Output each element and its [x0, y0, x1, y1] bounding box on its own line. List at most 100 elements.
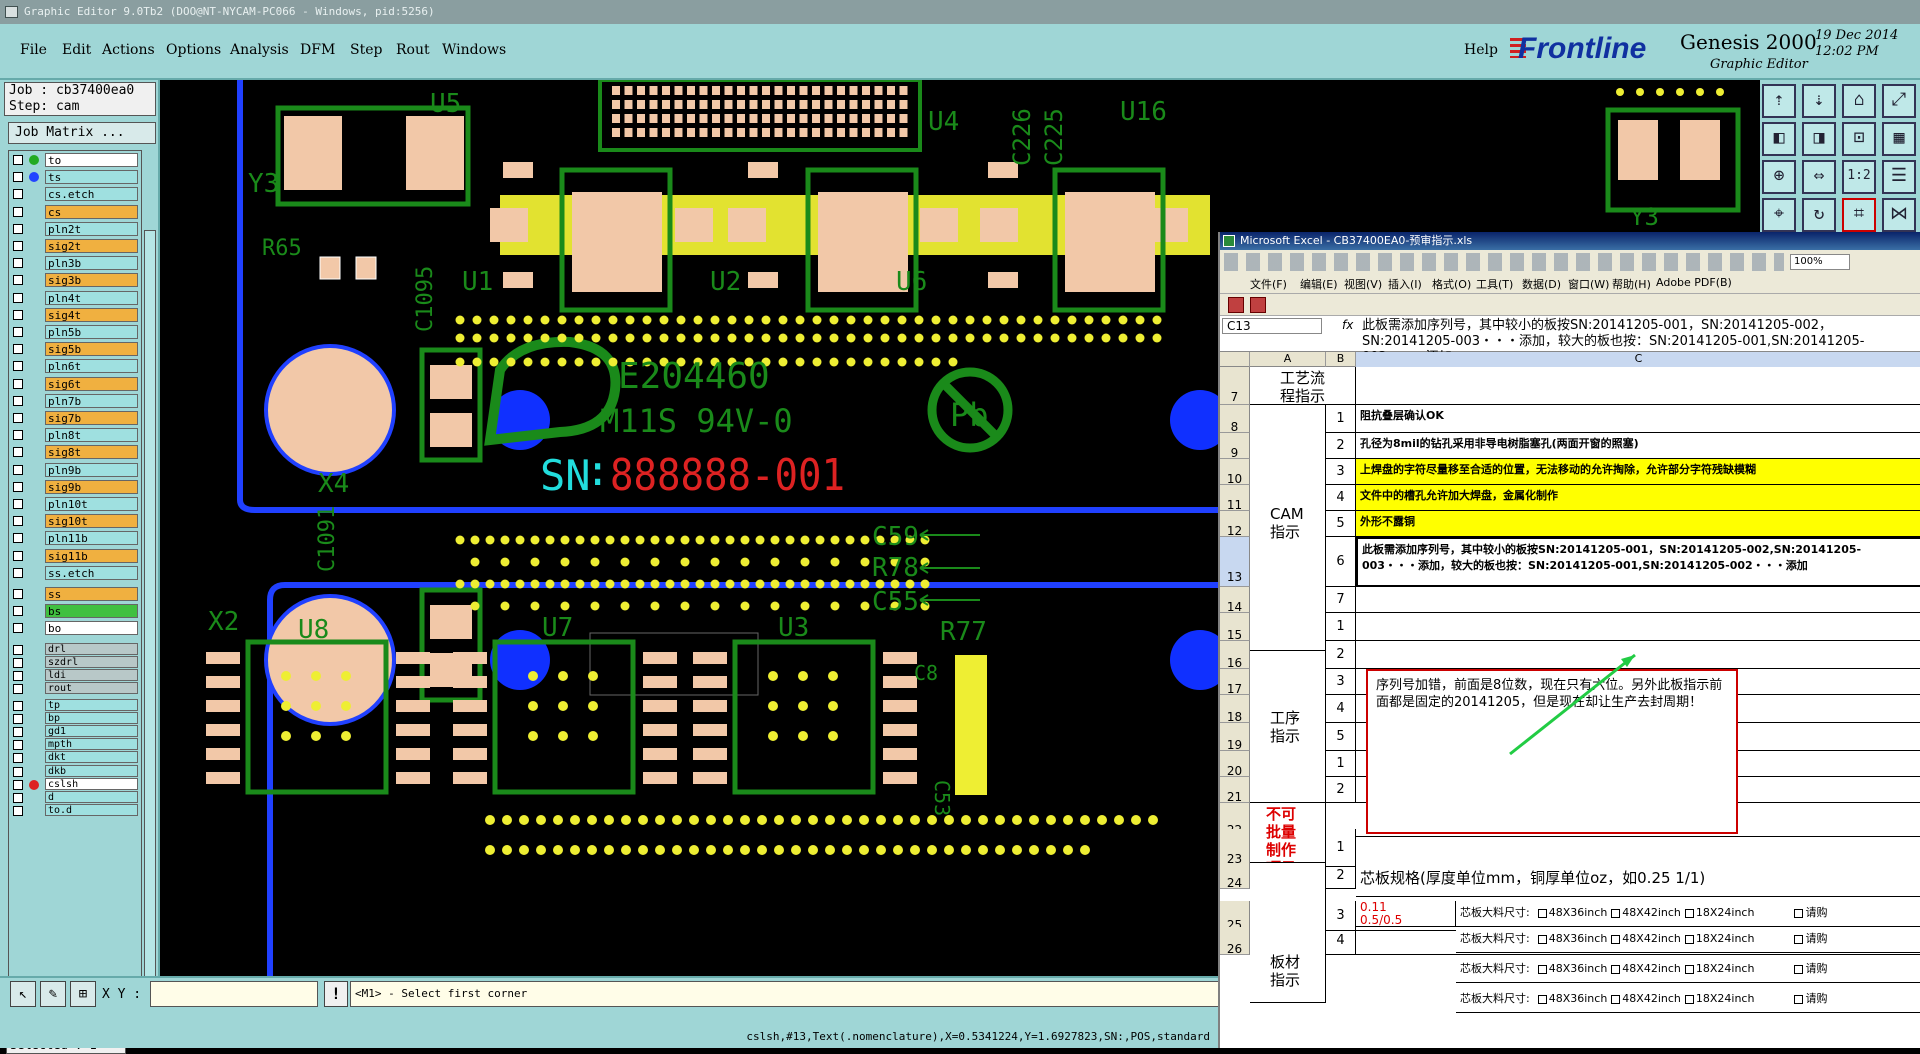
menu-options[interactable]: Options — [166, 42, 221, 58]
item-index-cell[interactable]: 1 — [1326, 751, 1356, 777]
layer-checkbox[interactable] — [13, 589, 23, 599]
item-index-cell[interactable]: 6 — [1326, 537, 1356, 587]
size-checkbox[interactable] — [1537, 964, 1547, 974]
layer-checkbox[interactable] — [13, 623, 23, 634]
item-index-cell[interactable]: 2 — [1326, 863, 1356, 889]
layer-checkbox[interactable] — [13, 395, 23, 406]
layer-row[interactable]: pln6t — [11, 359, 139, 374]
row-header[interactable]: 8 — [1220, 405, 1250, 434]
excel-menu-format[interactable]: 格式(O) — [1432, 276, 1471, 292]
size-options-cell[interactable]: 芯板大料尺寸: 48X36inch 48X42inch 18X24inch 请购 — [1456, 987, 1920, 1013]
row-header[interactable]: 26 — [1220, 927, 1250, 956]
instruction-cell[interactable]: 阻抗叠层确认OK — [1356, 405, 1920, 433]
layer-row[interactable]: ss — [11, 587, 139, 602]
layer-row[interactable]: pln10t — [11, 497, 139, 512]
excel-menu-tools[interactable]: 工具(T) — [1476, 276, 1513, 292]
row-header[interactable]: 14 — [1220, 587, 1250, 614]
measure-icon[interactable]: ⇔ — [1802, 160, 1836, 194]
row-header[interactable]: 21 — [1220, 777, 1250, 804]
excel-menu-window[interactable]: 窗口(W) — [1568, 276, 1609, 292]
layer-checkbox[interactable] — [13, 606, 23, 617]
layer-checkbox[interactable] — [13, 344, 23, 355]
layer-checkbox[interactable] — [13, 670, 23, 681]
instruction-cell[interactable]: 上焊盘的字符尽量移至合适的位置，无法移动的允许掏除，允许部分字符残缺模糊 — [1356, 459, 1920, 485]
layer-row[interactable]: to — [11, 153, 139, 168]
size-checkbox[interactable] — [1611, 964, 1621, 974]
menu-actions[interactable]: Actions — [102, 42, 155, 58]
layer-checkbox[interactable] — [13, 766, 23, 777]
size-options-cell[interactable]: 芯板大料尺寸: 48X36inch 48X42inch 18X24inch 请购 — [1456, 901, 1920, 927]
row-header[interactable]: 18 — [1220, 695, 1250, 724]
section-process[interactable]: 工序指示 — [1250, 651, 1326, 803]
net-icon[interactable]: ⋈ — [1882, 198, 1916, 232]
row-header[interactable]: 16 — [1220, 641, 1250, 670]
corner-cell[interactable] — [1220, 352, 1250, 367]
instruction-cell[interactable] — [1356, 367, 1920, 405]
layer-checkbox[interactable] — [13, 567, 23, 578]
menu-dfm[interactable]: DFM — [300, 42, 335, 58]
size-checkbox[interactable] — [1794, 964, 1804, 974]
layer-row[interactable]: cs — [11, 204, 139, 220]
col-header-c[interactable]: C — [1356, 352, 1920, 367]
layer-row[interactable]: bs — [11, 604, 139, 619]
layer-row[interactable]: sig5b — [11, 342, 139, 357]
job-matrix-button[interactable]: Job Matrix ... — [8, 122, 156, 144]
instruction-cell[interactable]: 此板需添加序列号，其中较小的板按SN:20141205-001，SN:20141… — [1356, 537, 1920, 587]
pdf-icon[interactable] — [1228, 297, 1244, 313]
pan-right-icon[interactable]: ◨ — [1802, 122, 1836, 156]
layer-checkbox[interactable] — [13, 516, 23, 527]
menu-analysis[interactable]: Analysis — [230, 42, 289, 58]
layer-row[interactable]: ss.etch — [11, 565, 139, 581]
center-icon[interactable]: ⊕ — [1762, 160, 1796, 194]
excel-menu-help[interactable]: 帮助(H) — [1612, 276, 1651, 292]
pan-icon[interactable]: ⤢ — [1882, 84, 1916, 118]
instruction-cell[interactable] — [1356, 641, 1920, 669]
excel-menu-data[interactable]: 数据(D) — [1522, 276, 1561, 292]
layer-row[interactable]: sig8t — [11, 445, 139, 460]
item-index-cell[interactable]: 2 — [1326, 433, 1356, 459]
layer-checkbox[interactable] — [13, 533, 23, 544]
layer-checkbox[interactable] — [13, 155, 23, 165]
layer-checkbox[interactable] — [13, 701, 23, 711]
item-index-cell[interactable]: 4 — [1326, 695, 1356, 723]
layer-checkbox[interactable] — [13, 189, 23, 200]
instruction-cell[interactable] — [1356, 829, 1920, 867]
zoom-in-icon[interactable]: ⇡ — [1762, 84, 1796, 118]
layer-checkbox[interactable] — [13, 206, 23, 217]
row-header[interactable]: 15 — [1220, 613, 1250, 642]
layer-checkbox[interactable] — [13, 644, 23, 655]
item-index-cell[interactable]: 4 — [1326, 485, 1356, 511]
size-checkbox[interactable] — [1684, 934, 1694, 944]
layer-checkbox[interactable] — [13, 361, 23, 372]
fx-icon[interactable]: fx — [1342, 318, 1353, 332]
item-index-cell[interactable]: 3 — [1326, 459, 1356, 485]
pointer-icon[interactable]: ↖ — [10, 981, 36, 1007]
layer-checkbox[interactable] — [13, 727, 23, 738]
menu-file[interactable]: File — [20, 42, 47, 58]
layer-row[interactable]: pln11b — [11, 531, 139, 546]
menu-help[interactable]: Help — [1464, 42, 1498, 58]
layer-checkbox[interactable] — [13, 378, 23, 389]
row-header[interactable]: 9 — [1220, 433, 1250, 460]
row-header[interactable]: 19 — [1220, 723, 1250, 752]
layer-checkbox[interactable] — [13, 241, 23, 251]
layer-row[interactable]: sig6t — [11, 376, 139, 392]
size-checkbox[interactable] — [1684, 994, 1694, 1004]
item-index-cell[interactable]: 1 — [1326, 613, 1356, 641]
layer-row[interactable]: ts — [11, 170, 139, 185]
layer-checkbox[interactable] — [13, 481, 23, 492]
draw-icon[interactable]: ✎ — [40, 981, 66, 1007]
layer-row[interactable]: pln4t — [11, 290, 139, 306]
layer-row[interactable]: pln3b — [11, 256, 139, 271]
rotate-icon[interactable]: ↻ — [1802, 198, 1836, 232]
item-index-cell[interactable]: 5 — [1326, 723, 1356, 751]
spec-values-cell[interactable]: 0.11 0.5/0.5 — [1356, 901, 1456, 927]
section-no-batch[interactable]: 不可批量制作项目 — [1250, 803, 1326, 863]
zoom-out-icon[interactable]: ⇣ — [1802, 84, 1836, 118]
layer-checkbox[interactable] — [13, 550, 23, 561]
fit-icon[interactable]: ⊡ — [1842, 122, 1876, 156]
item-index-cell[interactable]: 5 — [1326, 511, 1356, 537]
command-bang-button[interactable]: ! — [324, 981, 348, 1007]
layer-row[interactable]: sig2t — [11, 239, 139, 254]
row-header[interactable]: 12 — [1220, 511, 1250, 538]
